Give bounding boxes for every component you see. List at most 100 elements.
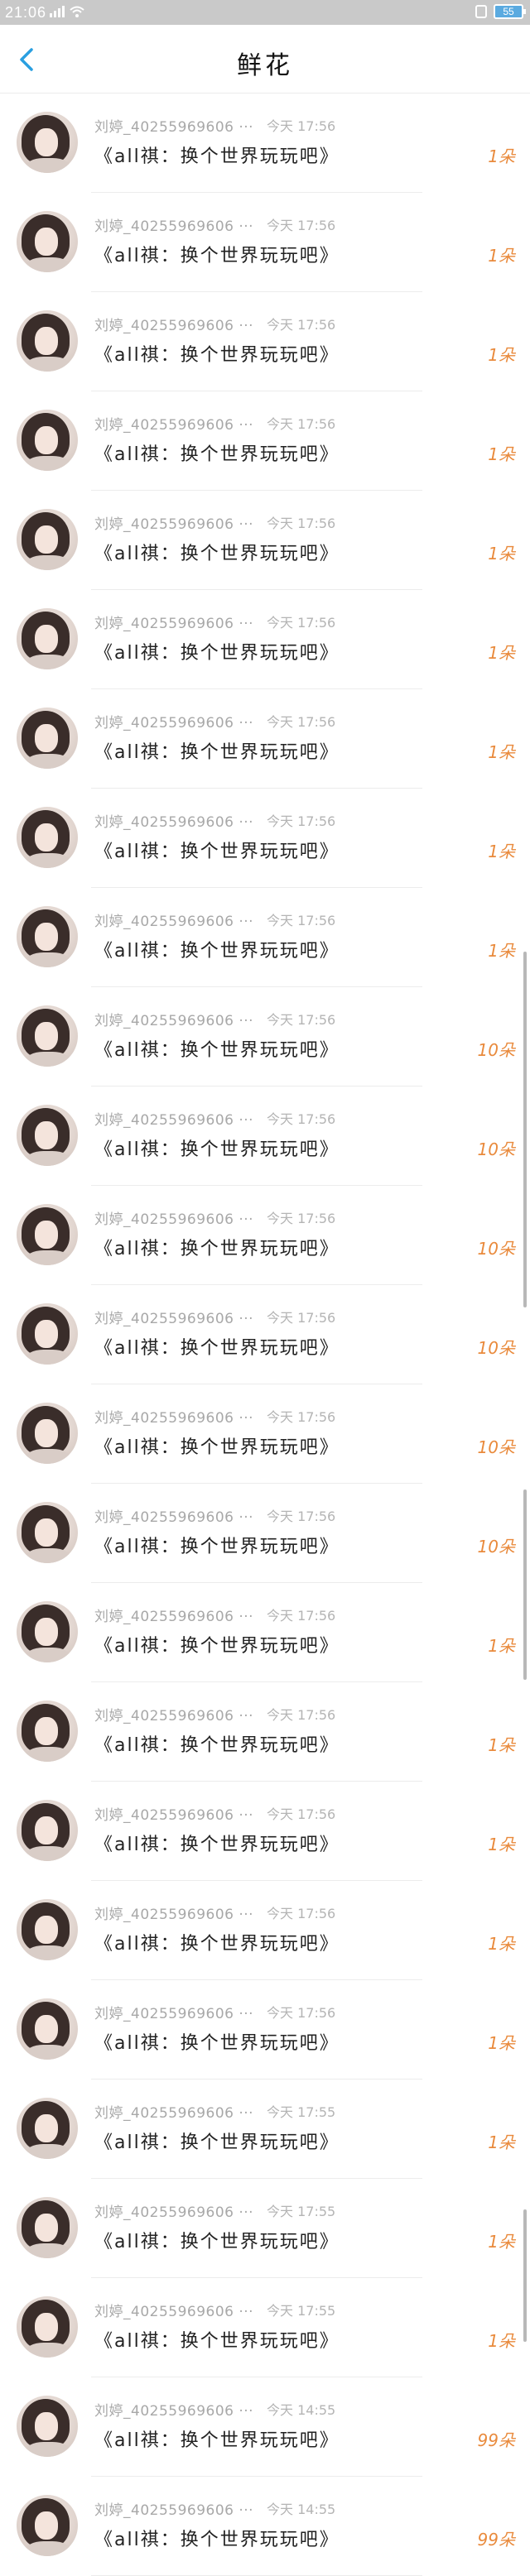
list-item[interactable]: 刘婷_40255969606 ··· 今天 17:56 《all祺：换个世界玩玩吧》… xyxy=(0,1682,530,1782)
book-title: 《all祺：换个世界玩玩吧》 xyxy=(94,2232,340,2252)
avatar[interactable] xyxy=(17,1701,78,1762)
list-item[interactable]: 刘婷_40255969606 ··· 今天 17:56 《all祺：换个世界玩玩吧》… xyxy=(0,1782,530,1881)
timestamp: 今天 17:56 xyxy=(267,1211,336,1226)
avatar[interactable] xyxy=(17,1601,78,1662)
sender-name: 刘婷_40255969606 ··· xyxy=(94,715,254,732)
sender-name: 刘婷_40255969606 ··· xyxy=(94,1609,254,1625)
list-item[interactable]: 刘婷_40255969606 ··· 今天 17:56 《all祺：换个世界玩玩吧》… xyxy=(0,1583,530,1682)
list-item[interactable]: 刘婷_40255969606 ··· 今天 17:56 《all祺：换个世界玩玩吧》… xyxy=(0,1980,530,2080)
avatar[interactable] xyxy=(17,1899,78,1960)
avatar[interactable] xyxy=(17,906,78,967)
sender-name: 刘婷_40255969606 ··· xyxy=(94,2403,254,2420)
avatar[interactable] xyxy=(17,1800,78,1861)
timestamp: 今天 17:56 xyxy=(267,1409,336,1425)
book-title: 《all祺：换个世界玩玩吧》 xyxy=(94,1139,340,1160)
list-item[interactable]: 刘婷_40255969606 ··· 今天 14:55 《all祺：换个世界玩玩吧》… xyxy=(0,2377,530,2477)
sender-name: 刘婷_40255969606 ··· xyxy=(94,814,254,831)
header: 鲜花 xyxy=(0,25,530,94)
avatar[interactable] xyxy=(17,310,78,372)
scrollbar-segment xyxy=(523,952,527,1307)
sender-name: 刘婷_40255969606 ··· xyxy=(94,616,254,632)
timestamp: 今天 17:56 xyxy=(267,714,336,730)
timestamp: 今天 17:56 xyxy=(267,118,336,134)
book-title: 《all祺：换个世界玩玩吧》 xyxy=(94,1537,340,1557)
avatar[interactable] xyxy=(17,1105,78,1166)
sender-name: 刘婷_40255969606 ··· xyxy=(94,1509,254,1526)
timestamp: 今天 14:55 xyxy=(267,2402,336,2418)
list-item[interactable]: 刘婷_40255969606 ··· 今天 17:56 《all祺：换个世界玩玩吧》… xyxy=(0,1881,530,1980)
avatar[interactable] xyxy=(17,1403,78,1464)
avatar[interactable] xyxy=(17,410,78,471)
avatar[interactable] xyxy=(17,608,78,669)
flower-count: 1朵 xyxy=(488,544,515,564)
list-item[interactable]: 刘婷_40255969606 ··· 今天 17:55 《all祺：换个世界玩玩吧》… xyxy=(0,2278,530,2377)
avatar[interactable] xyxy=(17,1303,78,1365)
flower-count: 1朵 xyxy=(488,146,515,166)
signal-icon xyxy=(50,6,65,17)
list-item[interactable]: 刘婷_40255969606 ··· 今天 17:55 《all祺：换个世界玩玩吧》… xyxy=(0,2080,530,2179)
sender-name: 刘婷_40255969606 ··· xyxy=(94,119,254,136)
avatar[interactable] xyxy=(17,509,78,570)
book-title: 《all祺：换个世界玩玩吧》 xyxy=(94,1239,340,1259)
list-item[interactable]: 刘婷_40255969606 ··· 今天 17:56 《all祺：换个世界玩玩吧》… xyxy=(0,1285,530,1384)
avatar[interactable] xyxy=(17,2396,78,2457)
list-item[interactable]: 刘婷_40255969606 ··· 今天 17:56 《all祺：换个世界玩玩吧》… xyxy=(0,1484,530,1583)
list-item[interactable]: 刘婷_40255969606 ··· 今天 14:55 《all祺：换个世界玩玩吧》… xyxy=(0,2477,530,2576)
list-item[interactable]: 刘婷_40255969606 ··· 今天 17:56 《all祺：换个世界玩玩吧》… xyxy=(0,789,530,888)
sender-name: 刘婷_40255969606 ··· xyxy=(94,2204,254,2221)
status-icons-left xyxy=(50,6,84,17)
book-title: 《all祺：换个世界玩玩吧》 xyxy=(94,146,340,167)
list-item[interactable]: 刘婷_40255969606 ··· 今天 17:56 《all祺：换个世界玩玩吧》… xyxy=(0,94,530,193)
book-title: 《all祺：换个世界玩玩吧》 xyxy=(94,1934,340,1955)
timestamp: 今天 17:56 xyxy=(267,1111,336,1127)
list-item[interactable]: 刘婷_40255969606 ··· 今天 17:56 《all祺：换个世界玩玩吧》… xyxy=(0,391,530,491)
sender-name: 刘婷_40255969606 ··· xyxy=(94,218,254,235)
list-item[interactable]: 刘婷_40255969606 ··· 今天 17:56 《all祺：换个世界玩玩吧》… xyxy=(0,590,530,689)
avatar[interactable] xyxy=(17,708,78,769)
sender-name: 刘婷_40255969606 ··· xyxy=(94,2105,254,2122)
book-title: 《all祺：换个世界玩玩吧》 xyxy=(94,1636,340,1657)
list-item[interactable]: 刘婷_40255969606 ··· 今天 17:56 《all祺：换个世界玩玩吧》… xyxy=(0,689,530,789)
timestamp: 今天 17:56 xyxy=(267,1707,336,1723)
avatar[interactable] xyxy=(17,1005,78,1067)
avatar[interactable] xyxy=(17,2098,78,2159)
avatar[interactable] xyxy=(17,2296,78,2358)
flower-count: 1朵 xyxy=(488,1735,515,1755)
avatar[interactable] xyxy=(17,1502,78,1563)
avatar[interactable] xyxy=(17,2197,78,2258)
flower-count: 1朵 xyxy=(488,842,515,861)
list-item[interactable]: 刘婷_40255969606 ··· 今天 17:56 《all祺：换个世界玩玩吧》… xyxy=(0,987,530,1087)
list-item[interactable]: 刘婷_40255969606 ··· 今天 17:56 《all祺：换个世界玩玩吧》… xyxy=(0,888,530,987)
avatar[interactable] xyxy=(17,1998,78,2060)
flower-count: 10朵 xyxy=(477,1040,515,1060)
list-item[interactable]: 刘婷_40255969606 ··· 今天 17:56 《all祺：换个世界玩玩吧》… xyxy=(0,292,530,391)
book-title: 《all祺：换个世界玩玩吧》 xyxy=(94,1040,340,1061)
list-item[interactable]: 刘婷_40255969606 ··· 今天 17:55 《all祺：换个世界玩玩吧》… xyxy=(0,2179,530,2278)
book-title: 《all祺：换个世界玩玩吧》 xyxy=(94,1735,340,1756)
sender-name: 刘婷_40255969606 ··· xyxy=(94,1708,254,1725)
list-item[interactable]: 刘婷_40255969606 ··· 今天 17:56 《all祺：换个世界玩玩吧》… xyxy=(0,1186,530,1285)
flower-count: 1朵 xyxy=(488,2232,515,2252)
timestamp: 今天 17:56 xyxy=(267,1906,336,1921)
list-item[interactable]: 刘婷_40255969606 ··· 今天 17:56 《all祺：换个世界玩玩吧》… xyxy=(0,1384,530,1484)
list-item[interactable]: 刘婷_40255969606 ··· 今天 17:56 《all祺：换个世界玩玩吧》… xyxy=(0,491,530,590)
avatar[interactable] xyxy=(17,211,78,272)
avatar[interactable] xyxy=(17,2495,78,2556)
book-title: 《all祺：换个世界玩玩吧》 xyxy=(94,2132,340,2153)
book-title: 《all祺：换个世界玩玩吧》 xyxy=(94,941,340,962)
status-bar: 21:06 55 xyxy=(0,0,530,25)
book-title: 《all祺：换个世界玩玩吧》 xyxy=(94,444,340,465)
list-item[interactable]: 刘婷_40255969606 ··· 今天 17:56 《all祺：换个世界玩玩吧》… xyxy=(0,1087,530,1186)
sender-name: 刘婷_40255969606 ··· xyxy=(94,2502,254,2519)
scrollbar-segment xyxy=(523,2209,527,2342)
avatar[interactable] xyxy=(17,1204,78,1265)
sender-name: 刘婷_40255969606 ··· xyxy=(94,2006,254,2022)
timestamp: 今天 17:56 xyxy=(267,1012,336,1028)
list-item[interactable]: 刘婷_40255969606 ··· 今天 17:56 《all祺：换个世界玩玩吧》… xyxy=(0,193,530,292)
flower-count: 1朵 xyxy=(488,2033,515,2053)
avatar[interactable] xyxy=(17,807,78,868)
sender-name: 刘婷_40255969606 ··· xyxy=(94,1013,254,1029)
flower-count: 10朵 xyxy=(477,1139,515,1159)
book-title: 《all祺：换个世界玩玩吧》 xyxy=(94,544,340,564)
avatar[interactable] xyxy=(17,112,78,173)
